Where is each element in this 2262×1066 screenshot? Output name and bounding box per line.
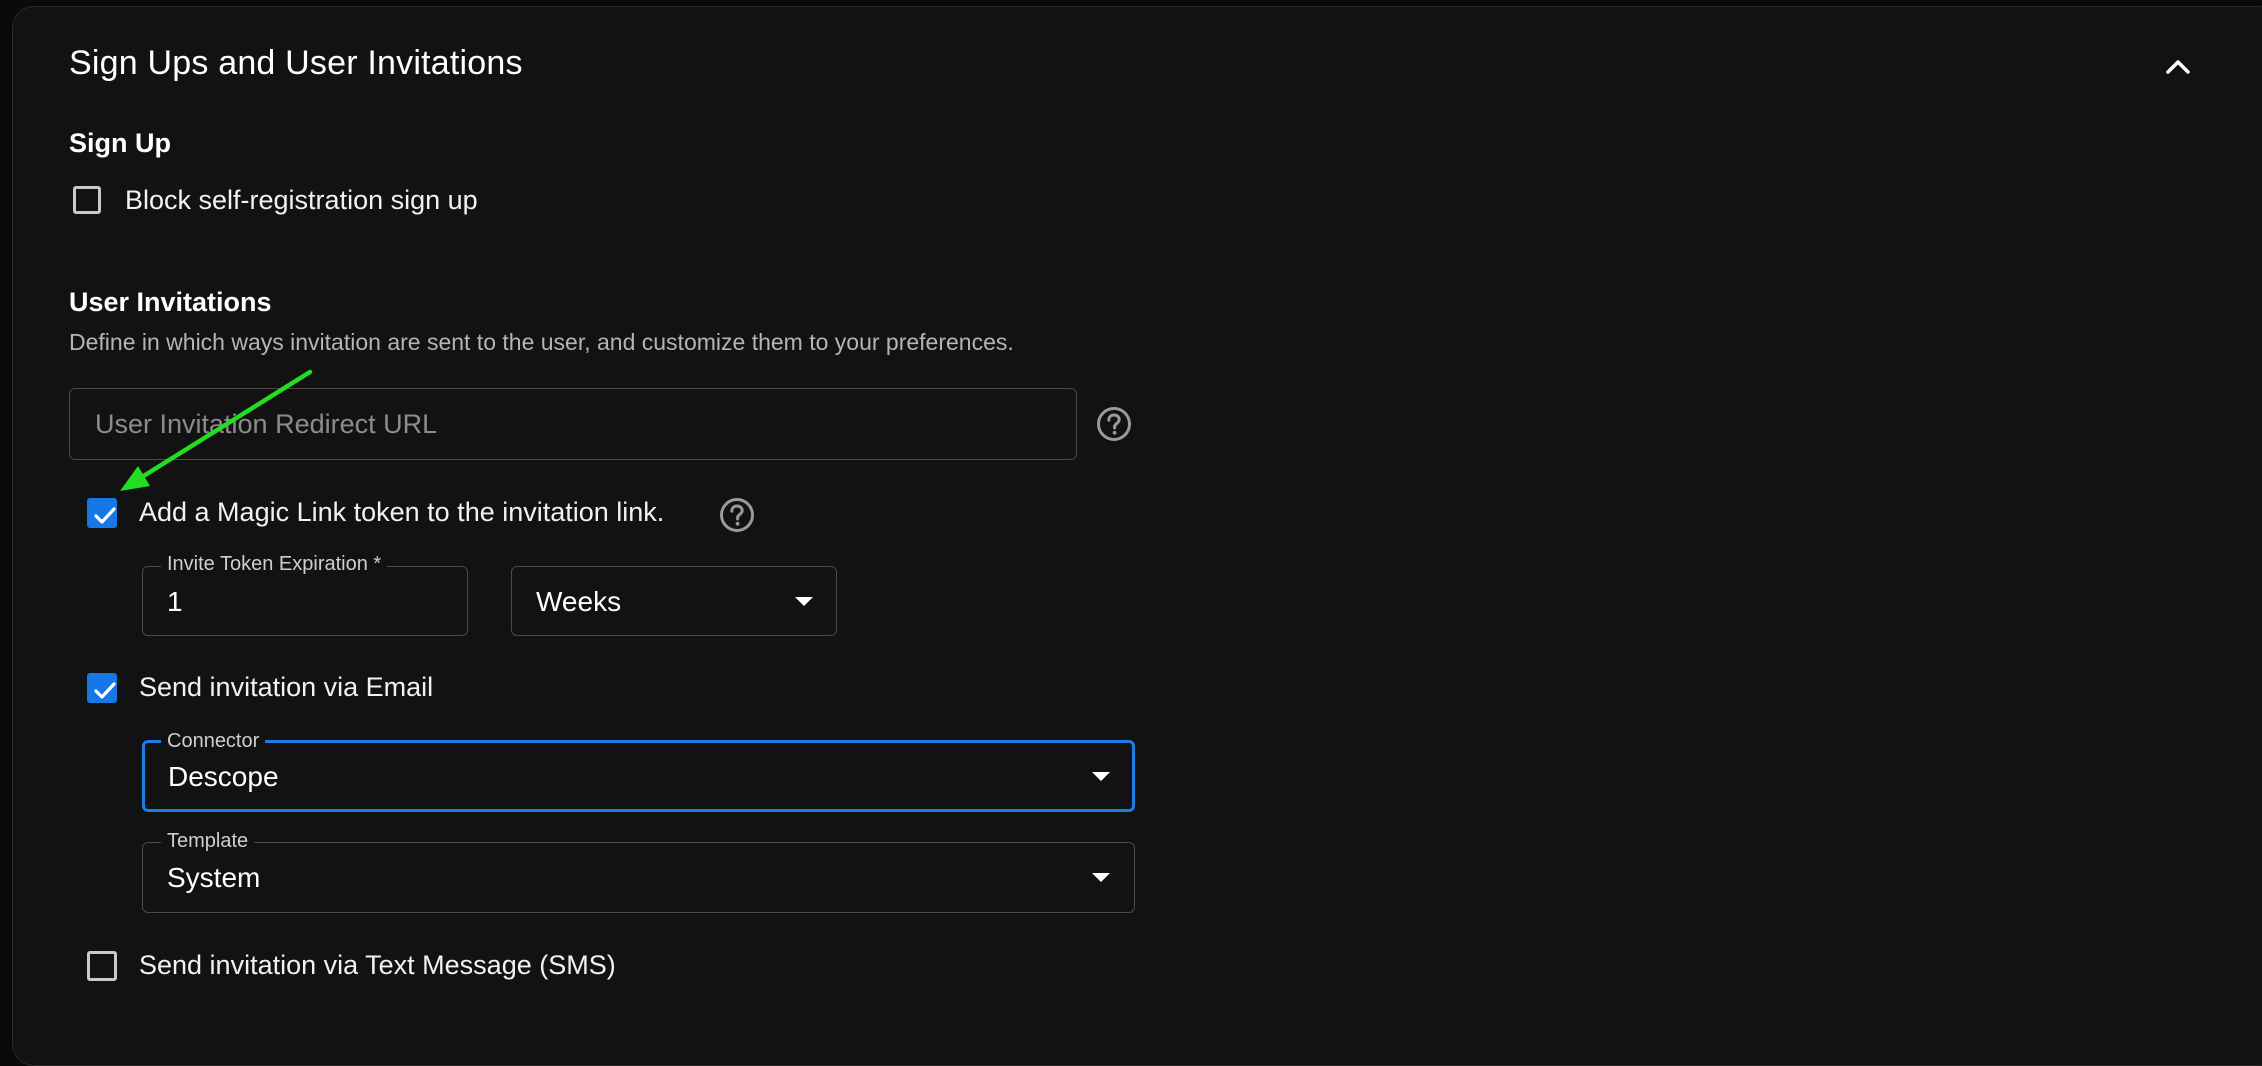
arrow-icon: [120, 369, 313, 491]
